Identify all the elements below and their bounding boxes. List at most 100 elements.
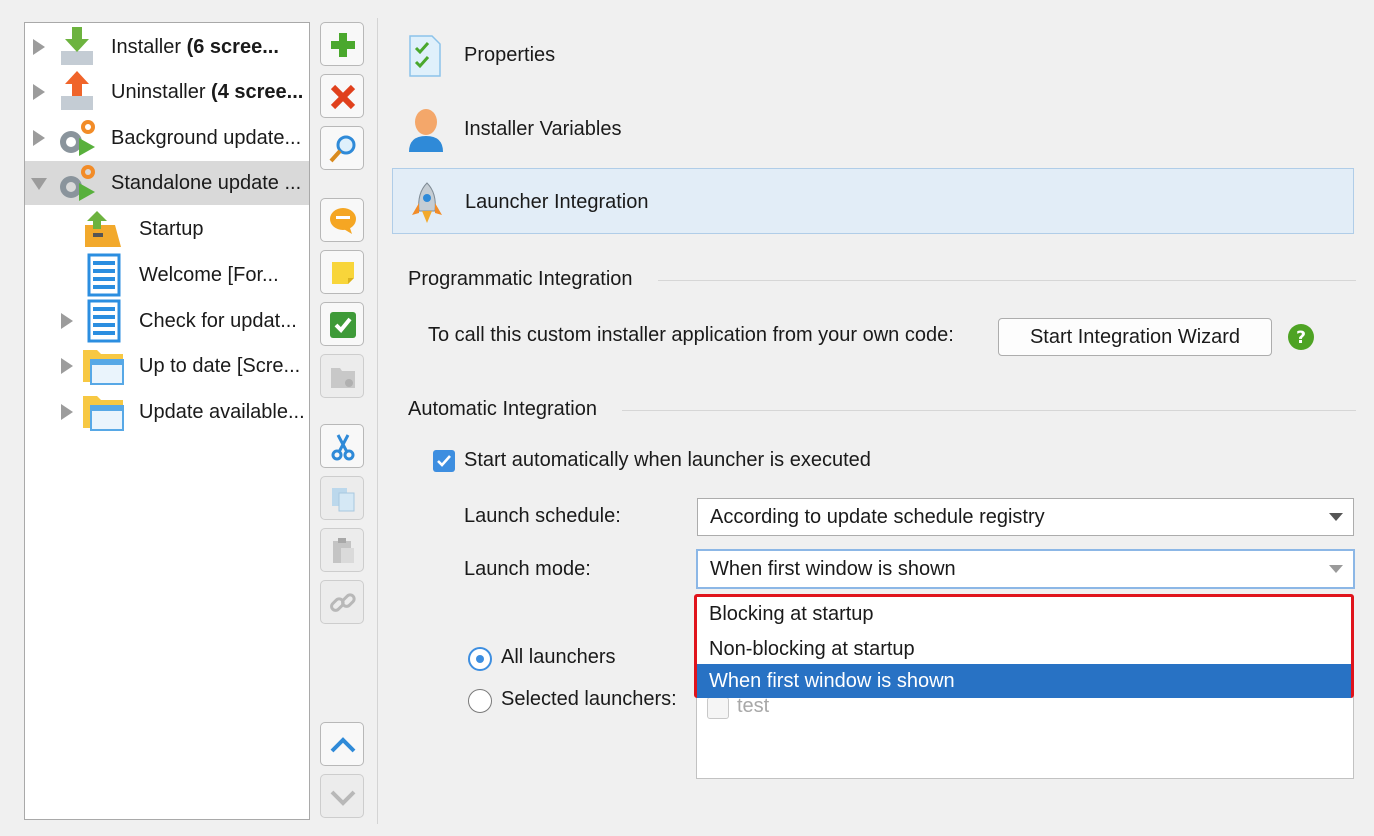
- link-button[interactable]: [320, 580, 364, 624]
- move-up-button[interactable]: [320, 722, 364, 766]
- tree-item-label: Update available...: [139, 401, 305, 423]
- user-icon: [406, 108, 446, 152]
- automatic-integration-title: Automatic Integration: [408, 398, 597, 420]
- group-divider: [658, 280, 1356, 281]
- tree-item-installer[interactable]: Installer (6 scree...: [25, 25, 309, 69]
- group-divider: [622, 410, 1356, 411]
- tree-item-label: Installer: [111, 36, 187, 58]
- tree-item-update-available[interactable]: Update available...: [25, 390, 309, 434]
- uninstaller-icon: [55, 70, 99, 114]
- screen-window-icon: [81, 390, 125, 434]
- dropdown-option-first-window[interactable]: When first window is shown: [697, 664, 1351, 698]
- launch-mode-dropdown[interactable]: Blocking at startup Non-blocking at star…: [694, 594, 1354, 698]
- all-launchers-label[interactable]: All launchers: [501, 646, 616, 669]
- note-button[interactable]: [320, 250, 364, 294]
- collapse-arrow-icon[interactable]: [31, 178, 47, 190]
- comment-icon: [330, 208, 356, 234]
- screen-form-icon: [81, 299, 125, 343]
- screen-window-icon: [81, 344, 125, 388]
- chevron-down-icon: [1329, 513, 1343, 521]
- start-integration-wizard-button[interactable]: Start Integration Wizard: [998, 318, 1272, 356]
- move-down-button[interactable]: [320, 774, 364, 818]
- tree-item-screen-count: (6 scree...: [186, 36, 279, 58]
- launcher-list[interactable]: test: [696, 692, 1354, 779]
- tree-item-label: Up to date [Scre...: [139, 355, 301, 377]
- tree-item-label: Welcome [For...: [139, 264, 279, 286]
- programmatic-description: To call this custom installer applicatio…: [428, 324, 954, 346]
- expand-arrow-icon[interactable]: [33, 84, 45, 100]
- programmatic-integration-title: Programmatic Integration: [408, 268, 633, 290]
- svg-text:?: ?: [1296, 328, 1306, 348]
- background-updater-icon: [55, 116, 99, 160]
- start-automatically-label[interactable]: Start automatically when launcher is exe…: [464, 449, 871, 472]
- check-icon: [330, 312, 356, 338]
- paste-icon: [333, 538, 354, 563]
- link-icon: [330, 593, 356, 612]
- rocket-icon: [407, 181, 447, 225]
- tree-item-welcome[interactable]: Welcome [For...: [25, 253, 309, 297]
- launcher-checkbox[interactable]: [707, 697, 729, 719]
- startup-icon: [81, 207, 125, 251]
- section-launcher-integration[interactable]: Launcher Integration: [392, 168, 1354, 234]
- launch-schedule-select[interactable]: According to update schedule registry: [697, 498, 1354, 536]
- launch-schedule-label: Launch schedule:: [464, 505, 621, 527]
- section-label: Properties: [464, 44, 556, 66]
- help-icon[interactable]: ?: [1287, 323, 1315, 351]
- section-installer-variables[interactable]: Installer Variables: [392, 96, 1354, 162]
- selected-launchers-label[interactable]: Selected launchers:: [501, 688, 677, 711]
- standalone-updater-icon: [55, 161, 99, 205]
- dropdown-option-non-blocking[interactable]: Non-blocking at startup: [697, 632, 1351, 666]
- move-up-icon: [330, 737, 356, 753]
- tree-item-label: Background update...: [111, 127, 302, 149]
- section-label: Installer Variables: [464, 118, 622, 140]
- note-icon: [332, 262, 354, 284]
- tree-item-uninstaller[interactable]: Uninstaller (4 scree...: [25, 70, 309, 114]
- expand-arrow-icon[interactable]: [33, 39, 45, 55]
- screen-tree[interactable]: Installer (6 scree... Uninstaller (4 scr…: [24, 22, 310, 820]
- expand-arrow-icon[interactable]: [61, 358, 73, 374]
- tree-item-startup[interactable]: Startup: [25, 207, 309, 251]
- radio-dot: [476, 655, 484, 663]
- launch-mode-select[interactable]: When first window is shown: [696, 549, 1355, 589]
- tree-item-label: Check for updat...: [139, 310, 297, 332]
- folder-icon: [331, 368, 355, 388]
- section-label: Launcher Integration: [465, 191, 649, 213]
- checkmark-icon: [437, 455, 451, 467]
- tree-item-standalone-updater[interactable]: Standalone update ...: [25, 161, 309, 205]
- folder-button[interactable]: [320, 354, 364, 398]
- properties-icon: [406, 34, 446, 78]
- dropdown-option-blocking[interactable]: Blocking at startup: [697, 597, 1351, 631]
- launch-mode-value: When first window is shown: [710, 558, 956, 580]
- all-launchers-radio[interactable]: [468, 647, 492, 671]
- tree-item-label: Standalone update ...: [111, 172, 302, 194]
- installer-icon: [55, 25, 99, 69]
- expand-arrow-icon[interactable]: [33, 130, 45, 146]
- add-icon: [331, 33, 355, 57]
- tree-item-up-to-date[interactable]: Up to date [Scre...: [25, 344, 309, 388]
- chevron-down-icon: [1329, 565, 1343, 573]
- expand-arrow-icon[interactable]: [61, 313, 73, 329]
- section-properties[interactable]: Properties: [392, 22, 1354, 88]
- delete-button[interactable]: [320, 74, 364, 118]
- search-icon: [329, 135, 356, 163]
- copy-icon: [332, 488, 355, 512]
- paste-button[interactable]: [320, 528, 364, 572]
- tree-item-label: Startup: [139, 218, 204, 240]
- add-button[interactable]: [320, 22, 364, 66]
- check-button[interactable]: [320, 302, 364, 346]
- move-down-icon: [330, 790, 356, 806]
- tree-item-check-for-updates[interactable]: Check for updat...: [25, 299, 309, 343]
- expand-arrow-icon[interactable]: [61, 404, 73, 420]
- cut-icon: [331, 434, 355, 461]
- search-button[interactable]: [320, 126, 364, 170]
- launcher-name: test: [737, 695, 770, 717]
- comment-button[interactable]: [320, 198, 364, 242]
- delete-icon: [330, 84, 356, 110]
- cut-button[interactable]: [320, 424, 364, 468]
- tree-item-label: Uninstaller: [111, 81, 212, 103]
- start-automatically-checkbox[interactable]: [433, 450, 455, 472]
- tree-item-background-updater[interactable]: Background update...: [25, 116, 309, 160]
- selected-launchers-radio[interactable]: [468, 689, 492, 713]
- copy-button[interactable]: [320, 476, 364, 520]
- screen-form-icon: [81, 253, 125, 297]
